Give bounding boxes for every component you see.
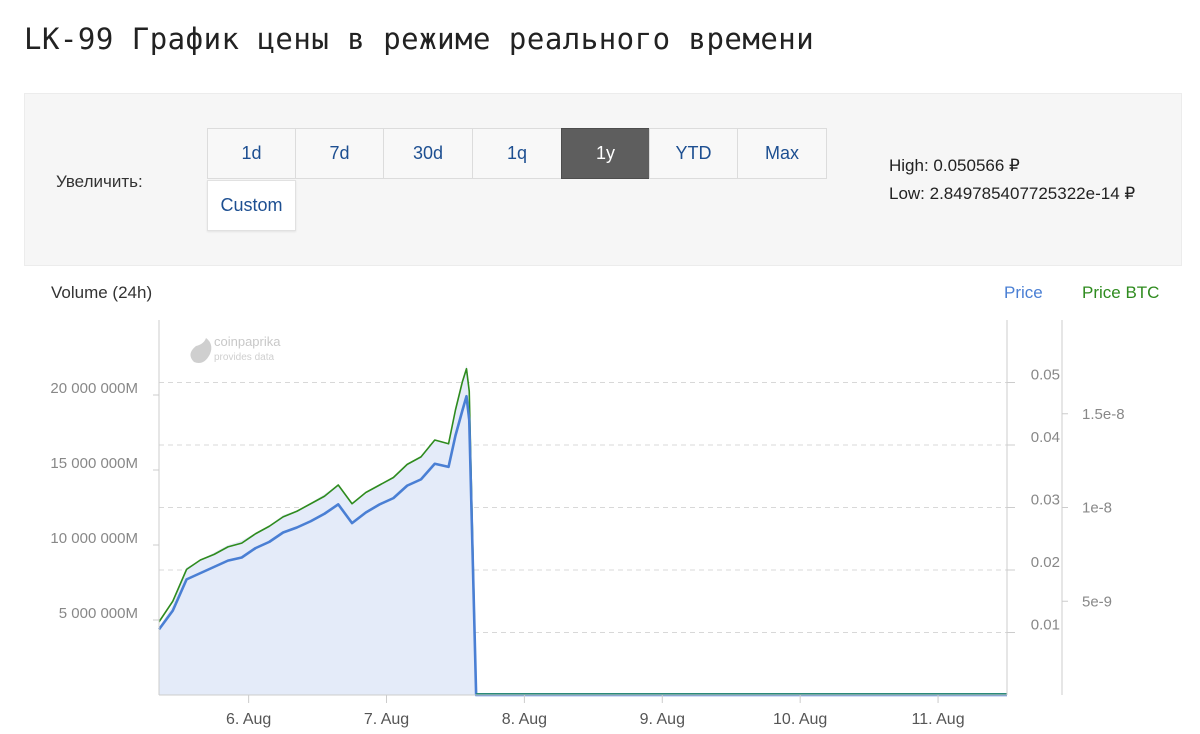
btc-tick-label: 1e-8 <box>1082 500 1112 517</box>
watermark: coinpaprika provides data <box>190 334 281 363</box>
zoom-button-1d[interactable]: 1d <box>207 128 296 179</box>
watermark-line2: provides data <box>214 352 274 363</box>
x-tick-label: 7. Aug <box>364 711 409 728</box>
volume-tick-label: 20 000 000M <box>50 380 138 397</box>
pepper-logo-icon <box>190 338 212 363</box>
page-title: LK-99 График цены в режиме реального вре… <box>24 22 815 56</box>
x-tick-label: 6. Aug <box>226 711 271 728</box>
zoom-label: Увеличить: <box>56 172 143 191</box>
zoom-button-1y[interactable]: 1y <box>561 128 650 179</box>
zoom-button-max[interactable]: Max <box>737 128 827 179</box>
x-tick-label: 10. Aug <box>773 711 827 728</box>
x-tick-label: 8. Aug <box>502 711 547 728</box>
x-tick-label: 11. Aug <box>912 711 965 728</box>
watermark-line1: coinpaprika <box>214 334 281 349</box>
zoom-button-ytd[interactable]: YTD <box>649 128 738 179</box>
zoom-toolbar: Увеличить: 1d 7d 30d 1q 1y YTD Max Custo… <box>24 93 1182 266</box>
zoom-button-1q[interactable]: 1q <box>472 128 562 179</box>
volume-tick-label: 5 000 000M <box>59 605 138 622</box>
price-tick-label: 0.04 <box>1031 429 1060 446</box>
price-tick-label: 0.03 <box>1031 492 1060 509</box>
zoom-button-30d[interactable]: 30d <box>383 128 473 179</box>
volume-tick-label: 10 000 000M <box>50 530 138 547</box>
x-tick-label: 9. Aug <box>640 711 685 728</box>
volume-tick-label: 15 000 000M <box>50 455 138 472</box>
btc-tick-label: 1.5e-8 <box>1082 406 1125 423</box>
volume-area <box>159 365 477 695</box>
low-value: Low: 2.849785407725322e-14 ₽ <box>889 184 1136 203</box>
price-chart: Volume (24h) Price Price BTC 0.01 0.02 0.0… <box>24 266 1182 734</box>
price-tick-label: 0.02 <box>1031 554 1060 571</box>
zoom-button-custom[interactable]: Custom <box>207 180 296 231</box>
zoom-button-7d[interactable]: 7d <box>295 128 384 179</box>
volume-layer <box>159 365 477 695</box>
high-value: High: 0.050566 ₽ <box>889 156 1020 175</box>
chart-plot: 0.01 0.02 0.03 0.04 0.05 5e-9 1e-8 1.5e-8 5 000 … <box>50 320 1125 728</box>
btc-tick-label: 5e-9 <box>1082 593 1112 610</box>
price-tick-label: 0.05 <box>1031 367 1060 384</box>
price-tick-label: 0.01 <box>1031 617 1060 634</box>
